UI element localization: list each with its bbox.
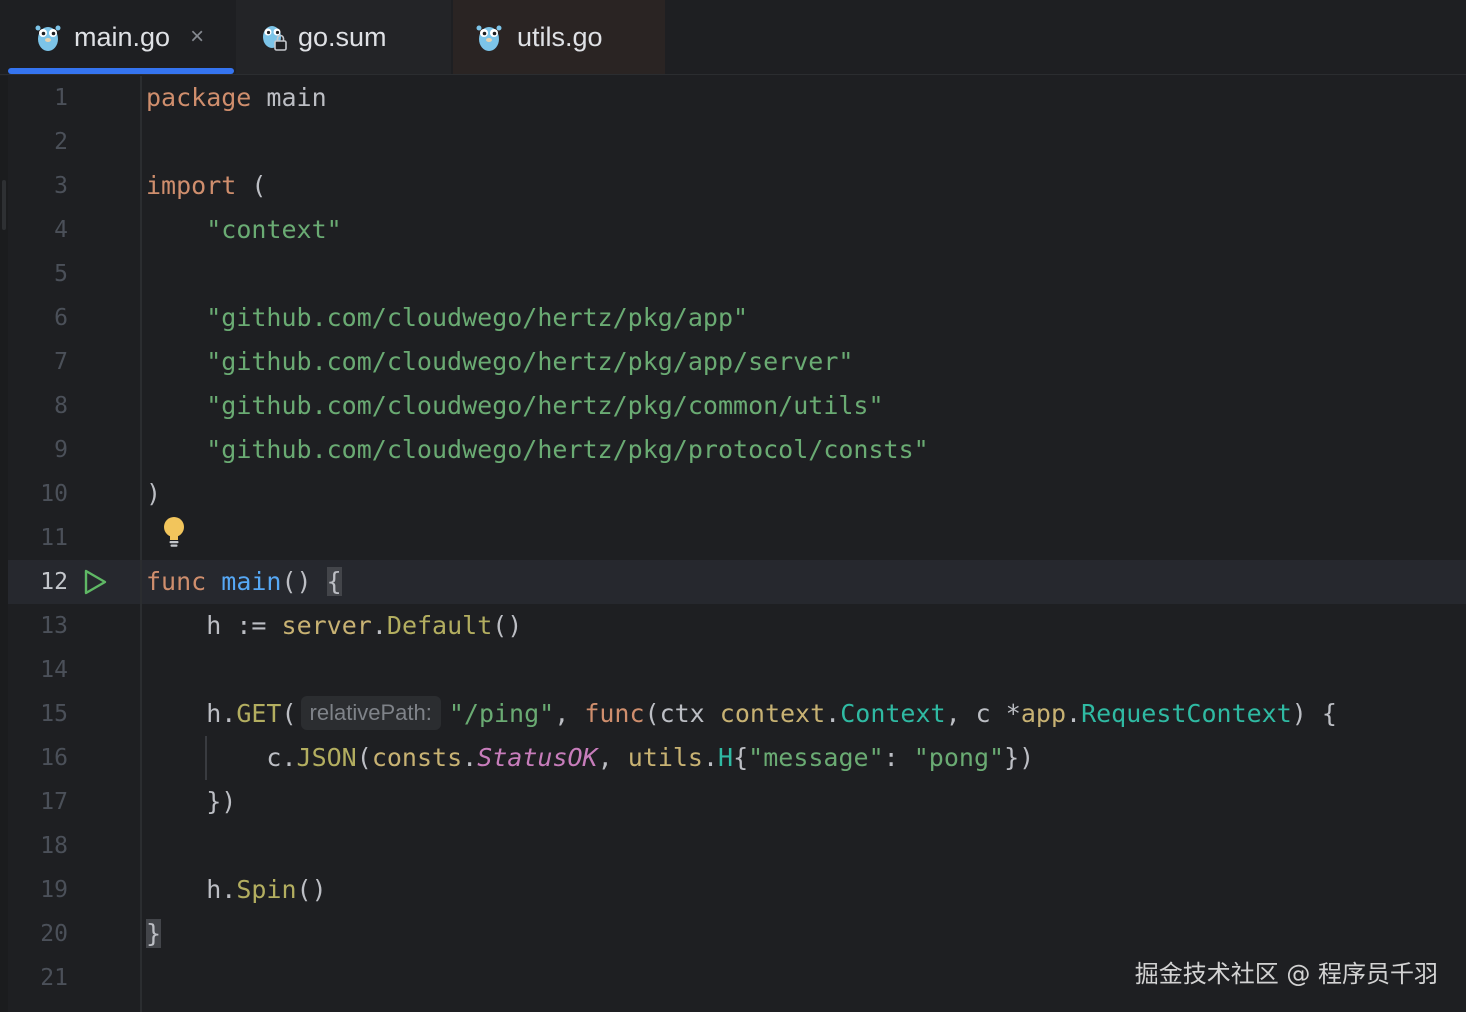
line-number[interactable]: 18 bbox=[20, 824, 68, 868]
tab-label: utils.go bbox=[517, 21, 603, 52]
code-text[interactable]: c.JSON(consts.StatusOK, utils.H{"message… bbox=[146, 736, 1034, 780]
line-number[interactable]: 6 bbox=[20, 296, 68, 340]
line-number[interactable]: 8 bbox=[20, 384, 68, 428]
line-number[interactable]: 14 bbox=[20, 648, 68, 692]
code-text[interactable]: h := server.Default() bbox=[146, 604, 522, 648]
code-line: 7 "github.com/cloudwego/hertz/pkg/app/se… bbox=[0, 340, 1466, 384]
code-line: 6 "github.com/cloudwego/hertz/pkg/app" bbox=[0, 296, 1466, 340]
parameter-hint: relativePath: bbox=[300, 696, 441, 730]
line-number[interactable]: 10 bbox=[20, 472, 68, 516]
tab-go-sum[interactable]: go.sum bbox=[236, 0, 451, 74]
line-number[interactable]: 9 bbox=[20, 428, 68, 472]
line-number[interactable]: 16 bbox=[20, 736, 68, 780]
line-number[interactable]: 15 bbox=[20, 692, 68, 736]
code-line: 1 package main bbox=[0, 76, 1466, 120]
code-line: 3 import ( bbox=[0, 164, 1466, 208]
code-line: 18 bbox=[0, 824, 1466, 868]
line-number[interactable]: 5 bbox=[20, 252, 68, 296]
matched-brace: } bbox=[146, 919, 162, 948]
code-line: 5 bbox=[0, 252, 1466, 296]
code-text[interactable]: "github.com/cloudwego/hertz/pkg/app" bbox=[146, 296, 748, 340]
tab-label: main.go bbox=[74, 21, 171, 52]
editor-tab-bar: main.go × go.sum utils.go bbox=[0, 0, 1466, 75]
code-line: 2 bbox=[0, 120, 1466, 164]
code-text[interactable]: "context" bbox=[146, 208, 341, 252]
code-line: 16 c.JSON(consts.StatusOK, utils.H{"mess… bbox=[0, 736, 1466, 780]
line-number[interactable]: 20 bbox=[20, 912, 68, 956]
code-line: 10 ) bbox=[0, 472, 1466, 516]
code-line: 4 "context" bbox=[0, 208, 1466, 252]
line-number[interactable]: 1 bbox=[20, 76, 68, 120]
code-text[interactable]: "github.com/cloudwego/hertz/pkg/common/u… bbox=[146, 384, 883, 428]
code-line: 14 bbox=[0, 648, 1466, 692]
code-text[interactable]: ) bbox=[146, 472, 161, 516]
code-line: 13 h := server.Default() bbox=[0, 604, 1466, 648]
line-number[interactable]: 7 bbox=[20, 340, 68, 384]
matched-brace: { bbox=[326, 567, 342, 596]
code-text[interactable]: import ( bbox=[146, 164, 266, 208]
code-line-current: 12 func main() { bbox=[0, 560, 1466, 604]
line-number[interactable]: 12 bbox=[20, 560, 68, 604]
line-number[interactable]: 2 bbox=[20, 120, 68, 164]
code-text[interactable]: package main bbox=[146, 76, 327, 120]
line-number[interactable]: 21 bbox=[20, 956, 68, 1000]
line-number[interactable]: 11 bbox=[20, 516, 68, 560]
code-line: 9 "github.com/cloudwego/hertz/pkg/protoc… bbox=[0, 428, 1466, 472]
line-number[interactable]: 13 bbox=[20, 604, 68, 648]
active-tab-indicator bbox=[8, 68, 234, 74]
line-number[interactable]: 4 bbox=[20, 208, 68, 252]
gopher-icon bbox=[476, 25, 502, 51]
code-text[interactable]: h.GET(relativePath: "/ping", func(ctx con… bbox=[146, 692, 1337, 736]
code-text[interactable]: } bbox=[146, 912, 162, 956]
code-editor[interactable]: 1 package main 2 3 import ( 4 "context" … bbox=[0, 76, 1466, 1012]
code-text[interactable]: }) bbox=[146, 780, 236, 824]
watermark: 掘金技术社区 @ 程序员千羽 bbox=[1134, 960, 1438, 988]
code-line: 15 h.GET(relativePath: "/ping", func(ctx … bbox=[0, 692, 1466, 736]
line-number[interactable]: 3 bbox=[20, 164, 68, 208]
tab-main-go[interactable]: main.go × bbox=[8, 0, 234, 74]
line-number[interactable]: 19 bbox=[20, 868, 68, 912]
gopher-icon bbox=[35, 25, 61, 51]
code-text[interactable]: "github.com/cloudwego/hertz/pkg/protocol… bbox=[146, 428, 928, 472]
code-line: 11 bbox=[0, 516, 1466, 560]
code-line: 19 h.Spin() bbox=[0, 868, 1466, 912]
code-text[interactable]: "github.com/cloudwego/hertz/pkg/app/serv… bbox=[146, 340, 853, 384]
lightbulb-icon[interactable] bbox=[160, 515, 188, 549]
close-icon[interactable]: × bbox=[190, 25, 204, 49]
tab-utils-go[interactable]: utils.go bbox=[453, 0, 665, 74]
gopher-lock-icon bbox=[263, 26, 287, 51]
code-line: 20 } bbox=[0, 912, 1466, 956]
code-text[interactable]: h.Spin() bbox=[146, 868, 326, 912]
code-line: 8 "github.com/cloudwego/hertz/pkg/common… bbox=[0, 384, 1466, 428]
code-text[interactable]: func main() { bbox=[146, 560, 342, 604]
code-line: 17 }) bbox=[0, 780, 1466, 824]
line-number[interactable]: 17 bbox=[20, 780, 68, 824]
run-icon[interactable] bbox=[82, 569, 108, 595]
tab-label: go.sum bbox=[298, 21, 387, 52]
